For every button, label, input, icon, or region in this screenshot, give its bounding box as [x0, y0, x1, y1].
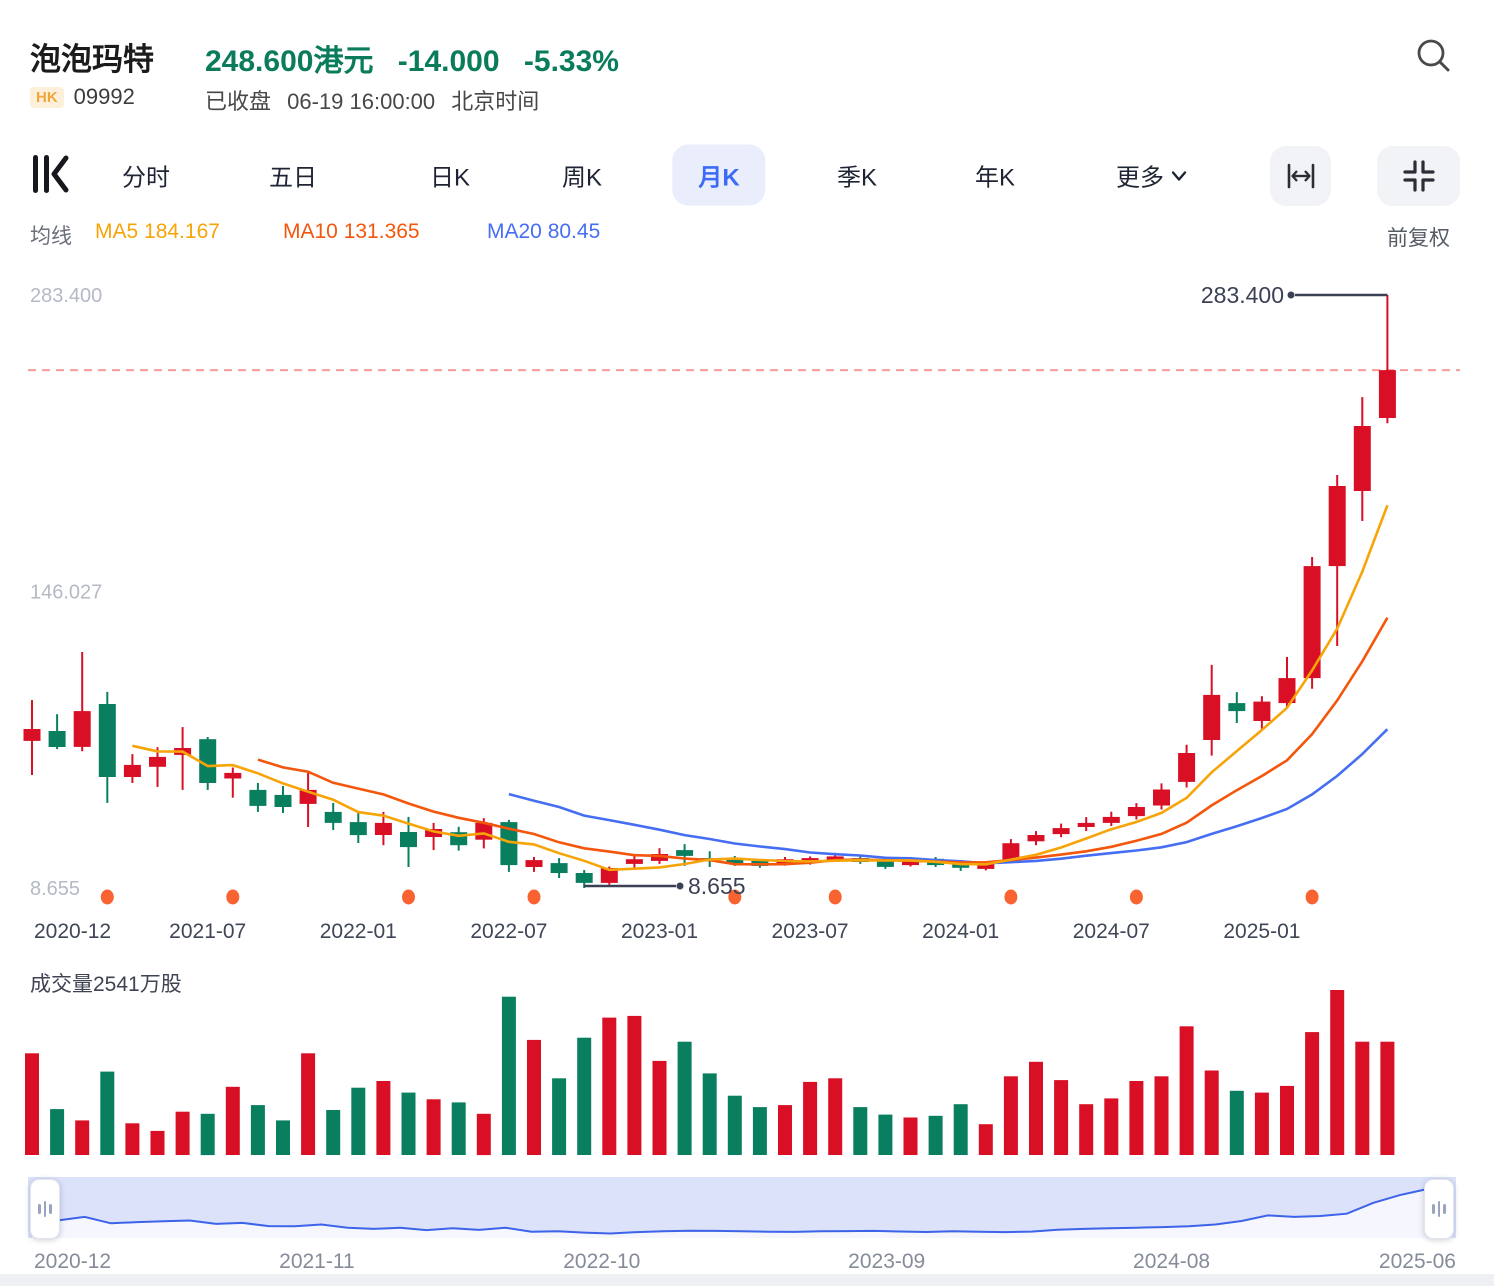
svg-text:8.655: 8.655: [688, 873, 746, 899]
svg-text:2020-12: 2020-12: [34, 920, 111, 943]
minimap-left-handle[interactable]: [30, 1179, 60, 1239]
ma10-line: [258, 618, 1388, 865]
horizontal-resize-icon: [1284, 159, 1318, 193]
tab-分时[interactable]: 分时: [96, 145, 196, 206]
svg-text:2023-09: 2023-09: [848, 1250, 925, 1273]
collapse-corners-icon: [1401, 158, 1437, 194]
svg-text:2024-08: 2024-08: [1133, 1250, 1210, 1273]
stock-app: 283.400 146.027 8.655 2020-12 2021-07 2022-01…: [0, 0, 1494, 1286]
minimap-x-labels: 2020-12 2021-11 2022-10 2023-09 2024-08 2025-…: [34, 1250, 1456, 1273]
svg-text:2023-07: 2023-07: [772, 920, 849, 943]
more-label: 更多: [1116, 158, 1164, 193]
svg-text:2022-10: 2022-10: [563, 1250, 640, 1273]
svg-text:2024-01: 2024-01: [922, 920, 999, 943]
svg-text:283.400: 283.400: [1201, 282, 1284, 308]
tab-五日[interactable]: 五日: [243, 145, 343, 206]
search-icon: [1412, 34, 1456, 78]
last-price: 248.600: [205, 45, 313, 78]
svg-text:2021-07: 2021-07: [169, 920, 246, 943]
svg-text:2022-01: 2022-01: [320, 920, 397, 943]
svg-text:2022-07: 2022-07: [470, 920, 547, 943]
ma-legend-bar: 均线 MA5 184.167 MA10 131.365 MA20 80.45: [0, 220, 1494, 250]
svg-text:2025-01: 2025-01: [1223, 920, 1300, 943]
stock-code: 09992: [74, 84, 135, 110]
svg-text:146.027: 146.027: [30, 582, 102, 604]
exit-fullscreen-button[interactable]: [1377, 146, 1460, 206]
tab-季K[interactable]: 季K: [811, 145, 903, 206]
tab-月K[interactable]: 月K: [672, 145, 765, 206]
svg-text:2025-06: 2025-06: [1379, 1250, 1456, 1273]
adjust-mode-label[interactable]: 前复权: [1387, 222, 1450, 252]
volume-bars: [25, 990, 1394, 1155]
svg-text:2024-07: 2024-07: [1073, 920, 1150, 943]
candlestick-series: [24, 295, 1396, 888]
svg-text:283.400: 283.400: [30, 285, 102, 307]
tab-more[interactable]: 更多: [1116, 158, 1190, 193]
y-axis-labels: 283.400 146.027 8.655: [30, 285, 102, 900]
market-status-row: 已收盘 06-19 16:00:00 北京时间: [205, 84, 549, 116]
quote-time: 06-19 16:00:00: [287, 89, 435, 114]
price-change: -14.000: [398, 45, 500, 78]
volume-label: 成交量2541万股: [30, 968, 182, 998]
tab-日K[interactable]: 日K: [404, 145, 496, 206]
collapse-chart-button[interactable]: [30, 150, 74, 198]
market-status: 已收盘: [205, 89, 271, 114]
search-button[interactable]: [1412, 34, 1456, 78]
ma-legend-ma5: MA5 184.167: [95, 220, 220, 244]
stock-name: 泡泡玛特: [30, 34, 154, 79]
ma-legend-ma20: MA20 80.45: [487, 220, 600, 244]
quote-row: 248.600港元 -14.000 -5.33%: [205, 36, 635, 80]
svg-text:2021-11: 2021-11: [279, 1250, 355, 1273]
price-change-pct: -5.33%: [524, 45, 619, 78]
period-tabbar: 分时五日日K 周K 月K 季K 年K 更多: [0, 146, 1494, 204]
svg-text:2023-01: 2023-01: [621, 920, 698, 943]
minimap[interactable]: [28, 1177, 1456, 1238]
bottom-strip: [0, 1274, 1494, 1286]
x-axis-labels: 2020-12 2021-07 2022-01 2022-07 2023-01 2023-…: [34, 920, 1300, 943]
high-annotation: 283.400: [1201, 282, 1388, 308]
zoom-range-button[interactable]: [1270, 146, 1331, 206]
tab-年K[interactable]: 年K: [949, 145, 1041, 206]
timezone-label: 北京时间: [451, 89, 539, 114]
tab-周K[interactable]: 周K: [536, 145, 628, 206]
minimap-right-handle[interactable]: [1424, 1179, 1454, 1239]
kline-collapse-icon: [30, 150, 74, 198]
stock-code-row: HK 09992: [30, 84, 135, 110]
ma20-line: [509, 729, 1388, 863]
market-badge: HK: [30, 87, 64, 108]
currency-label: 港元: [313, 45, 373, 78]
chevron-down-icon: [1168, 164, 1190, 186]
ma-legend-ma10: MA10 131.365: [283, 220, 420, 244]
svg-text:2020-12: 2020-12: [34, 1250, 111, 1273]
svg-text:8.655: 8.655: [30, 878, 80, 900]
ma-title: 均线: [30, 220, 72, 250]
